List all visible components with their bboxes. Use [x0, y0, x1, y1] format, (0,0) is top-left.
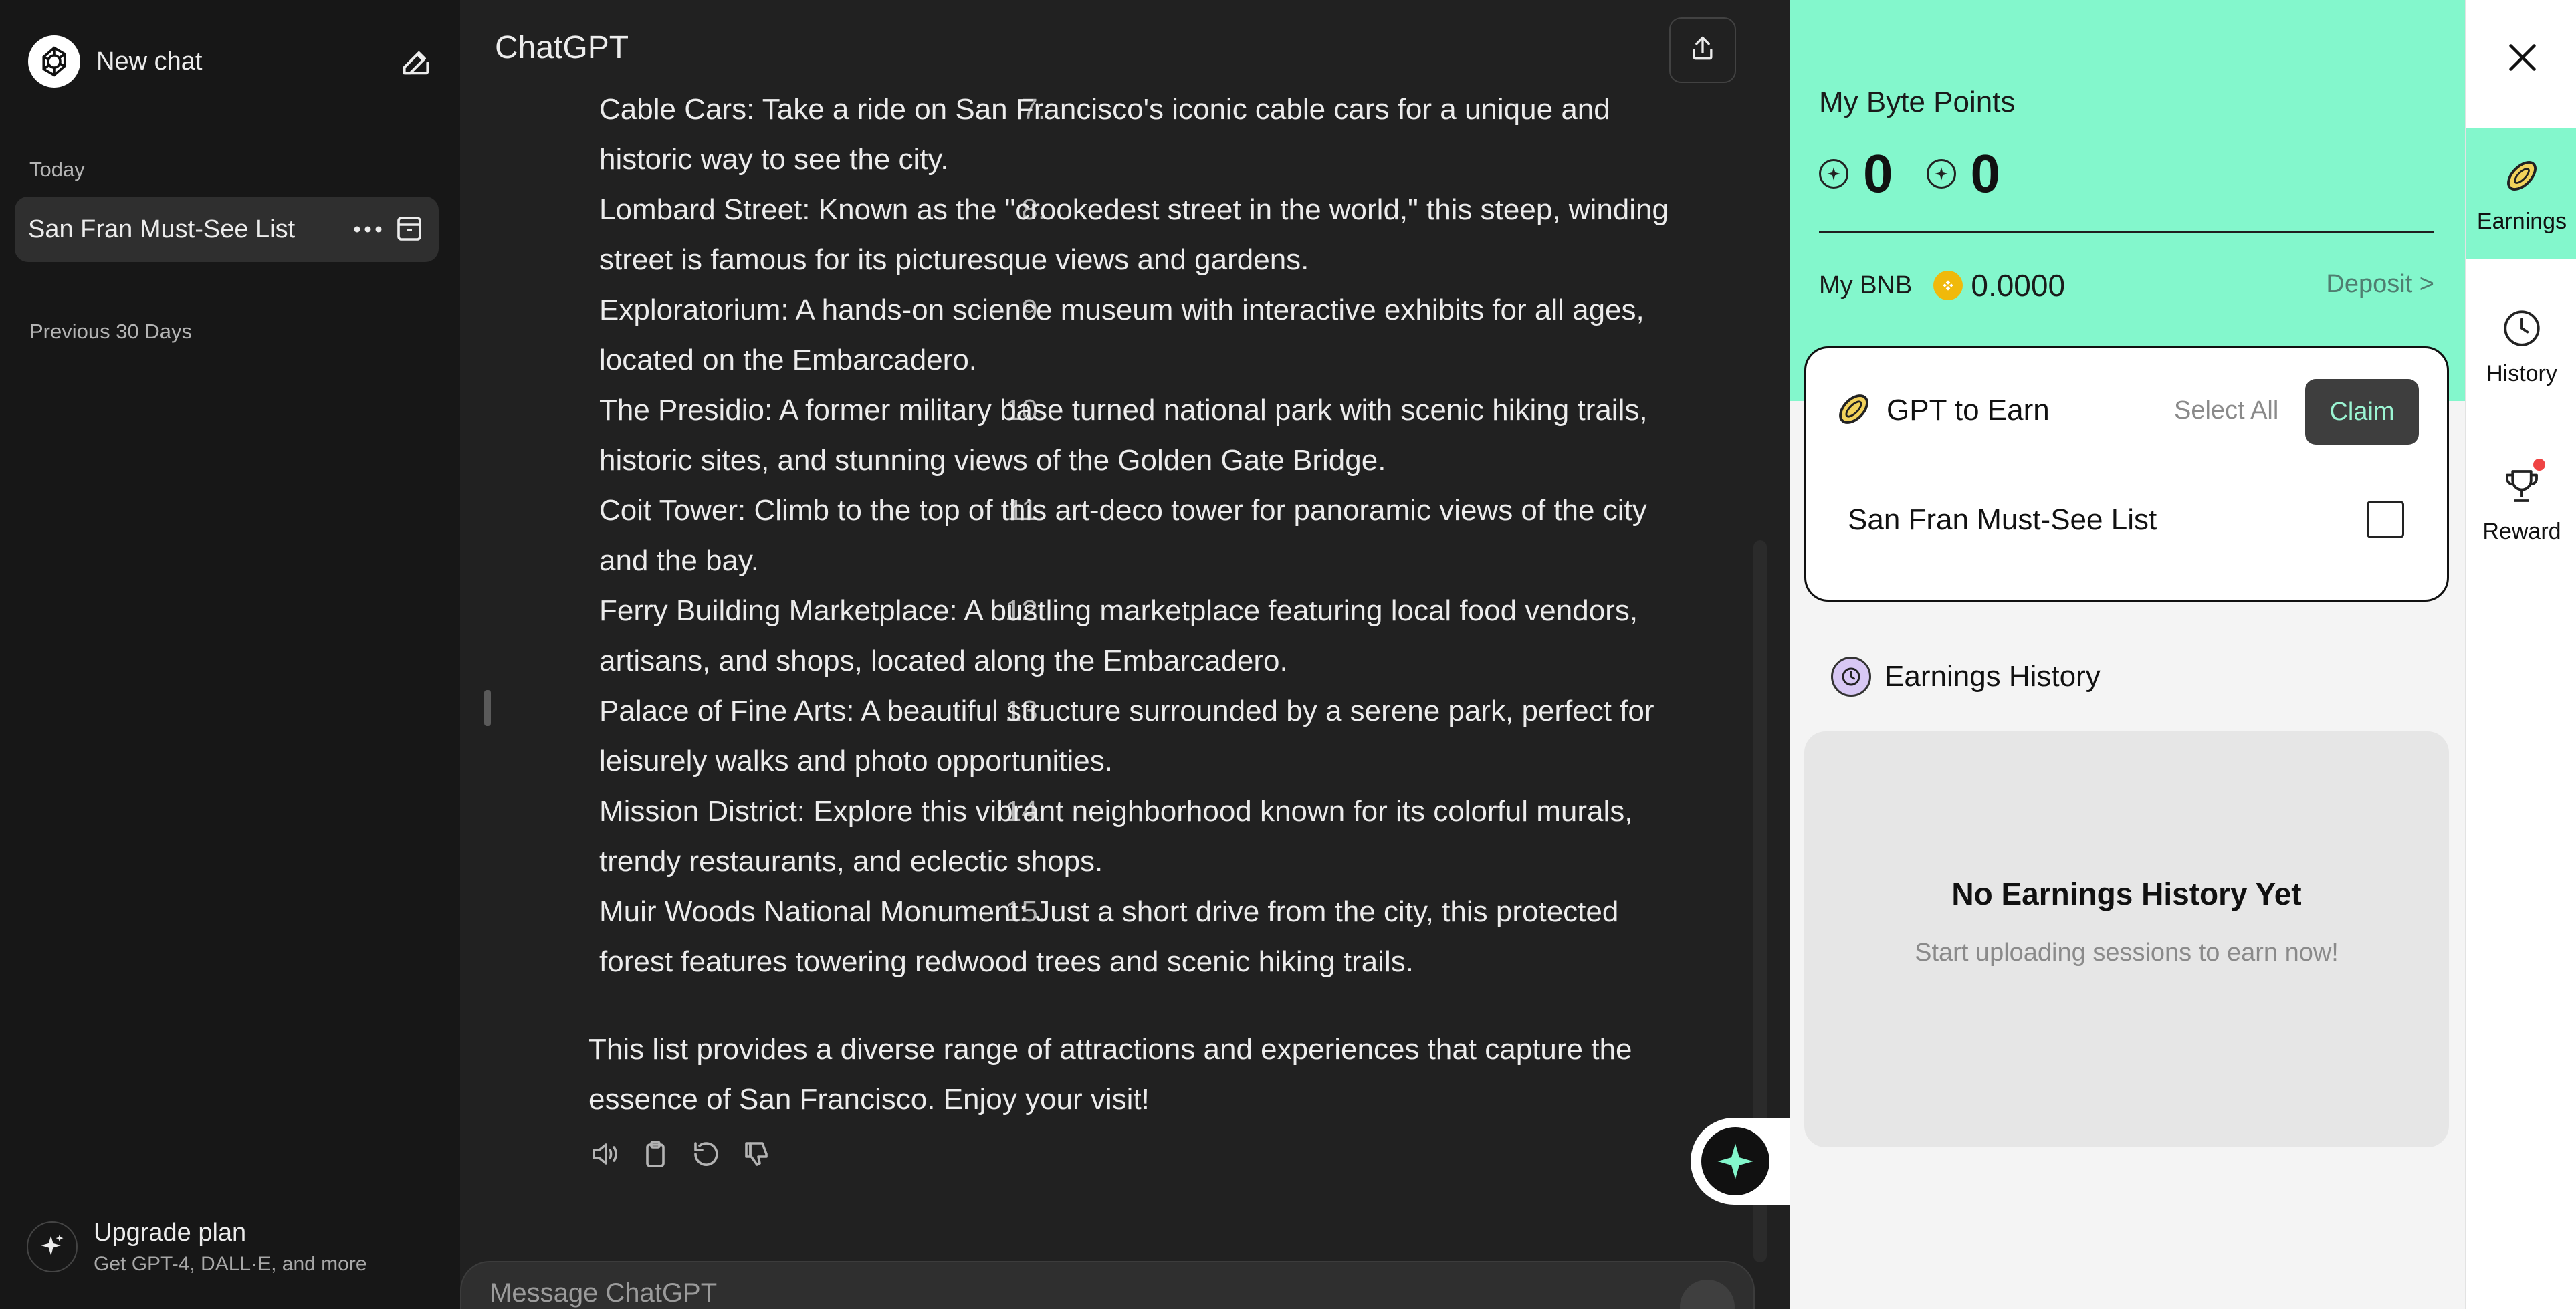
message-actions	[588, 1138, 773, 1170]
coin-icon	[2500, 154, 2544, 198]
bonus-points-value: 0	[1970, 144, 2001, 203]
list-text: Cable Cars: Take a ride on San Francisco…	[599, 93, 1610, 176]
sparkle-icon	[27, 1221, 78, 1272]
sparkle-icon	[1701, 1127, 1769, 1195]
upgrade-title: Upgrade plan	[94, 1218, 247, 1247]
message-placeholder: Message ChatGPT	[490, 1278, 718, 1308]
send-button[interactable]	[1680, 1280, 1735, 1309]
list-text: The Presidio: A former military base tur…	[599, 394, 1648, 477]
archive-icon[interactable]	[393, 213, 425, 245]
rail-tab-reward[interactable]: Reward	[2466, 439, 2576, 570]
notification-dot	[2533, 458, 2545, 471]
session-checkbox[interactable]	[2367, 501, 2404, 538]
copy-icon[interactable]	[639, 1138, 671, 1170]
list-text: Exploratorium: A hands-on science museum…	[599, 293, 1644, 376]
upgrade-subtitle: Get GPT-4, DALL·E, and more	[94, 1252, 367, 1275]
deposit-link[interactable]: Deposit >	[2326, 270, 2434, 299]
message-input[interactable]: Message ChatGPT	[460, 1261, 1755, 1309]
rail-tab-history[interactable]: History	[2466, 281, 2576, 412]
closing-paragraph: This list provides a diverse range of at…	[588, 1033, 1632, 1116]
list-text: Mission District: Explore this vibrant n…	[599, 795, 1633, 878]
rail-tab-earnings[interactable]: Earnings	[2466, 128, 2576, 259]
list-text: Palace of Fine Arts: A beautiful structu…	[599, 695, 1654, 778]
new-chat-label: New chat	[96, 47, 203, 76]
chat-main: ChatGPT 7. Cable Cars: Take a ride on Sa…	[460, 0, 1790, 1309]
select-all-button[interactable]: Select All	[2174, 396, 2278, 425]
clock-icon	[1831, 657, 1871, 697]
list-text: Coit Tower: Climb to the top of this art…	[599, 494, 1647, 577]
resize-handle[interactable]	[484, 690, 491, 726]
more-options-icon[interactable]	[353, 217, 383, 242]
coin-icon	[1834, 390, 1873, 429]
openai-logo-icon	[28, 35, 80, 88]
conversation-item[interactable]: San Fran Must-See List	[15, 197, 439, 262]
bnb-value: 0.0000	[1971, 268, 2066, 303]
clock-icon	[2500, 306, 2544, 350]
conversation-title: San Fran Must-See List	[28, 215, 296, 243]
points-title: My Byte Points	[1819, 86, 2016, 118]
trophy-icon	[2500, 458, 2545, 508]
gpt-to-earn-card: GPT to Earn Select All Claim San Fran Mu…	[1804, 346, 2449, 602]
share-button[interactable]	[1669, 17, 1736, 83]
empty-state-title: No Earnings History Yet	[1951, 876, 2302, 911]
earn-card-title: GPT to Earn	[1887, 394, 2050, 427]
empty-state-subtitle: Start uploading sessions to earn now!	[1915, 939, 2339, 967]
bnb-balance: My BNB 0.0000	[1819, 267, 2065, 304]
claim-button[interactable]: Claim	[2305, 379, 2419, 445]
points-summary: My Byte Points 0 0 My BNB 0.0000 Deposit…	[1790, 0, 2465, 401]
bnb-coin-icon	[1933, 271, 1963, 300]
byte-points-value: 0	[1863, 144, 1893, 203]
earnings-history-header: Earnings History	[1831, 657, 2101, 697]
divider	[1819, 231, 2434, 233]
points-row: 0 0	[1819, 143, 2034, 205]
list-text: Muir Woods National Monument: Just a sho…	[599, 895, 1619, 978]
history-empty-state: No Earnings History Yet Start uploading …	[1804, 731, 2449, 1147]
share-icon	[1688, 34, 1717, 67]
page-title[interactable]: ChatGPT	[495, 29, 629, 66]
rail-label-reward: Reward	[2482, 518, 2561, 544]
bonus-point-icon	[1926, 159, 1956, 189]
bnb-label: My BNB	[1819, 271, 1913, 300]
upgrade-plan-button[interactable]: Upgrade plan Get GPT-4, DALL·E, and more	[15, 1203, 443, 1290]
new-chat-button[interactable]: New chat	[15, 27, 443, 96]
regenerate-icon[interactable]	[690, 1138, 722, 1170]
byte-point-icon	[1819, 159, 1848, 189]
section-previous-30-days: Previous 30 Days	[29, 320, 192, 343]
list-text: Lombard Street: Known as the "crookedest…	[599, 193, 1669, 276]
rail-label-earnings: Earnings	[2476, 208, 2567, 234]
read-aloud-icon[interactable]	[588, 1138, 621, 1170]
compose-icon[interactable]	[399, 44, 433, 79]
earnings-panel: My Byte Points 0 0 My BNB 0.0000 Deposit…	[1790, 0, 2465, 1309]
extension-launcher-button[interactable]	[1691, 1118, 1804, 1205]
rail-label-history: History	[2486, 360, 2557, 386]
close-icon[interactable]	[2502, 37, 2543, 78]
session-item-label: San Fran Must-See List	[1848, 503, 2157, 536]
sidebar: New chat Today San Fran Must-See List Pr…	[0, 0, 460, 1309]
right-rail: Earnings History Reward	[2465, 0, 2576, 1309]
list-text: Ferry Building Marketplace: A bustling m…	[599, 594, 1638, 677]
thumbs-down-icon[interactable]	[741, 1138, 773, 1170]
section-today: Today	[29, 158, 85, 181]
history-title: Earnings History	[1885, 660, 2101, 693]
